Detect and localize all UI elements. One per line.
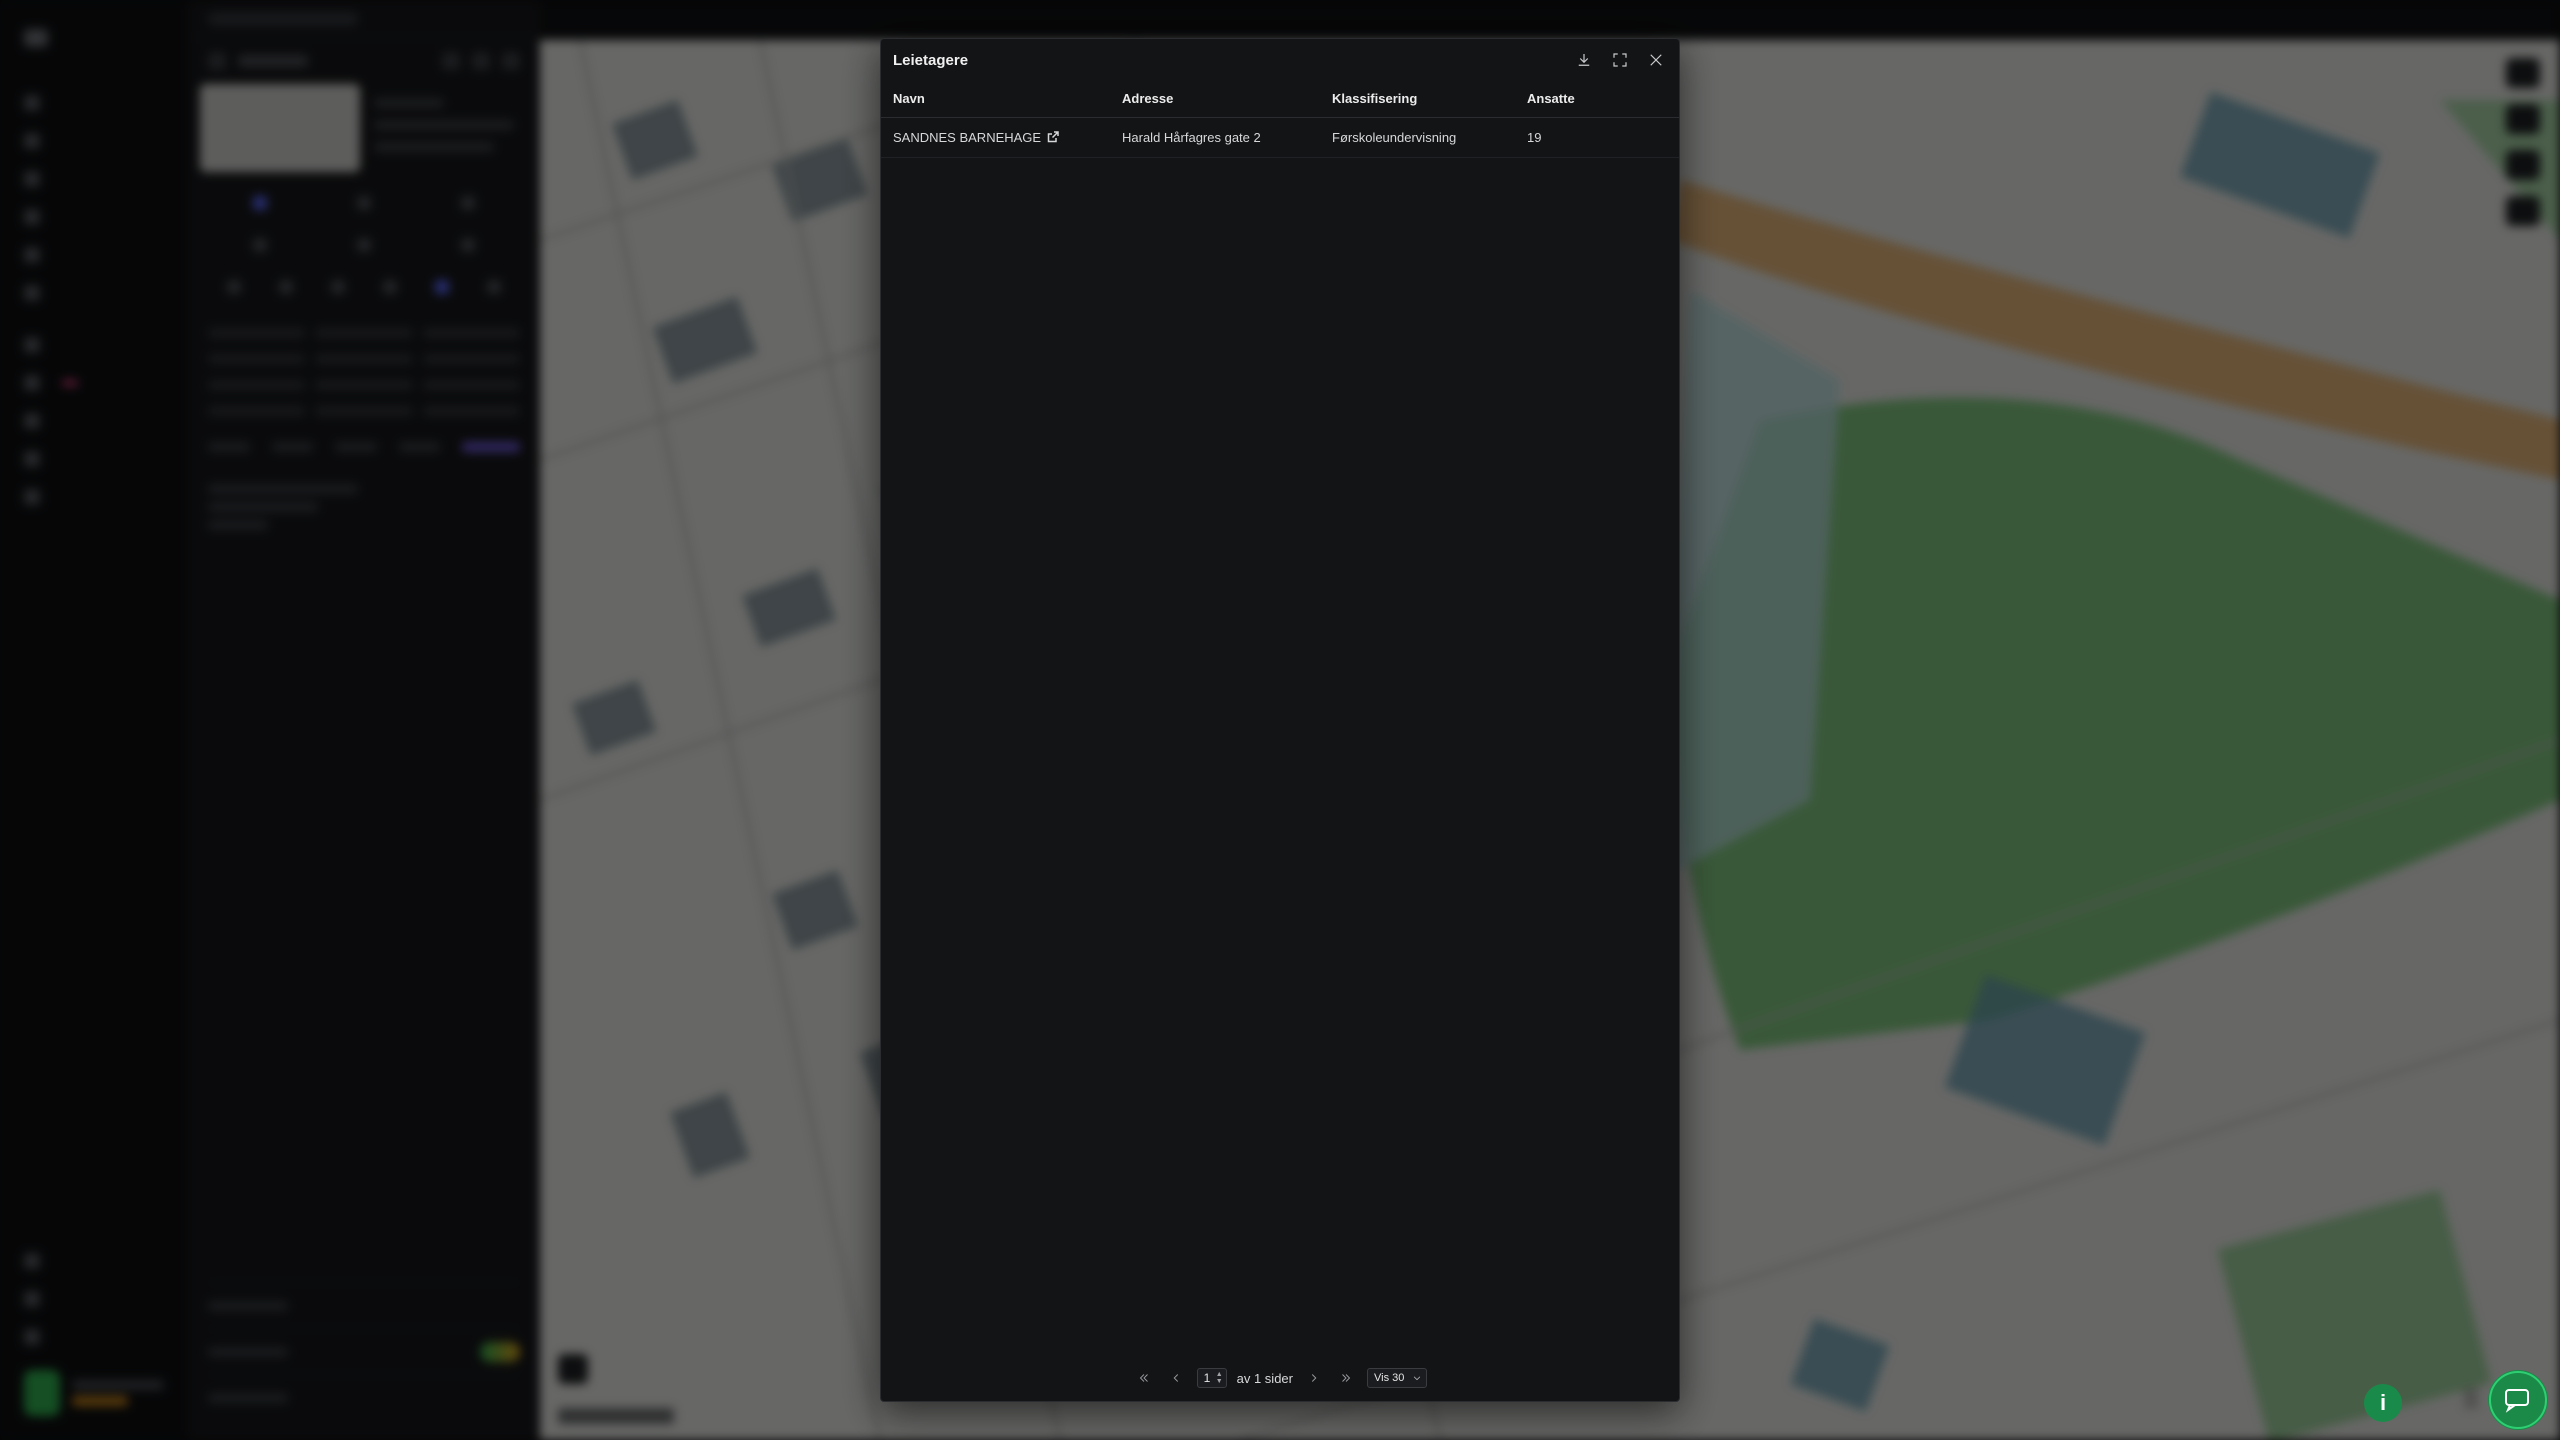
last-page-button[interactable] [1335,1367,1357,1389]
page-size-select[interactable]: Vis 30 [1367,1368,1428,1388]
close-icon [1650,54,1662,66]
page-number-input[interactable]: 1 ▲ ▼ [1196,1368,1227,1388]
first-page-button[interactable] [1133,1367,1155,1389]
next-page-button[interactable] [1303,1367,1325,1389]
modal-title: Leietagere [893,51,969,69]
cell-klassifisering: Førskoleundervisning [1320,117,1515,158]
column-header-navn[interactable]: Navn [881,81,1110,118]
prev-page-button[interactable] [1165,1367,1187,1389]
chat-button[interactable] [2488,1370,2548,1430]
table-row[interactable]: SANDNES BARNEHAGE Harald Hårfagres gate … [881,117,1679,158]
page-count-label: av 1 sider [1236,1370,1293,1386]
chat-icon [2489,1371,2547,1429]
external-link-icon[interactable] [1047,130,1059,143]
chevrons-right-icon [1342,1374,1351,1382]
expand-icon [1613,53,1627,67]
cell-ansatte: 19 [1515,117,1679,158]
download-icon [1578,54,1590,66]
chevrons-left-icon [1139,1374,1148,1382]
chevron-down-icon [1414,1376,1421,1381]
column-header-adresse[interactable]: Adresse [1110,81,1320,118]
chevron-left-icon [1173,1374,1178,1382]
stepper-icon[interactable]: ▲ ▼ [1216,1371,1226,1385]
column-header-ansatte[interactable]: Ansatte [1515,81,1679,118]
chevron-right-icon [1311,1374,1317,1382]
table-header-row: Navn Adresse Klassifisering Ansatte [881,81,1679,118]
column-header-klassifisering[interactable]: Klassifisering [1320,81,1515,118]
fullscreen-button[interactable] [1609,49,1631,71]
page-number-value: 1 [1203,1371,1211,1385]
modal-header: Leietagere [881,39,1679,81]
close-button[interactable] [1645,49,1667,71]
page-size-value: Vis 30 [1374,1372,1405,1384]
modal-actions [1573,49,1667,71]
info-button[interactable]: i [2364,1384,2402,1422]
tenants-table: Navn Adresse Klassifisering Ansatte SAND… [881,81,1679,158]
cell-adresse: Harald Hårfagres gate 2 [1110,117,1320,158]
download-button[interactable] [1573,49,1595,71]
tenants-modal: Leietagere Navn Adresse Klassifisering A… [880,38,1680,1402]
cell-navn: SANDNES BARNEHAGE [881,117,1110,158]
pagination: 1 ▲ ▼ av 1 sider Vis 30 [881,1367,1679,1389]
tenant-name-link[interactable]: SANDNES BARNEHAGE [893,130,1041,145]
